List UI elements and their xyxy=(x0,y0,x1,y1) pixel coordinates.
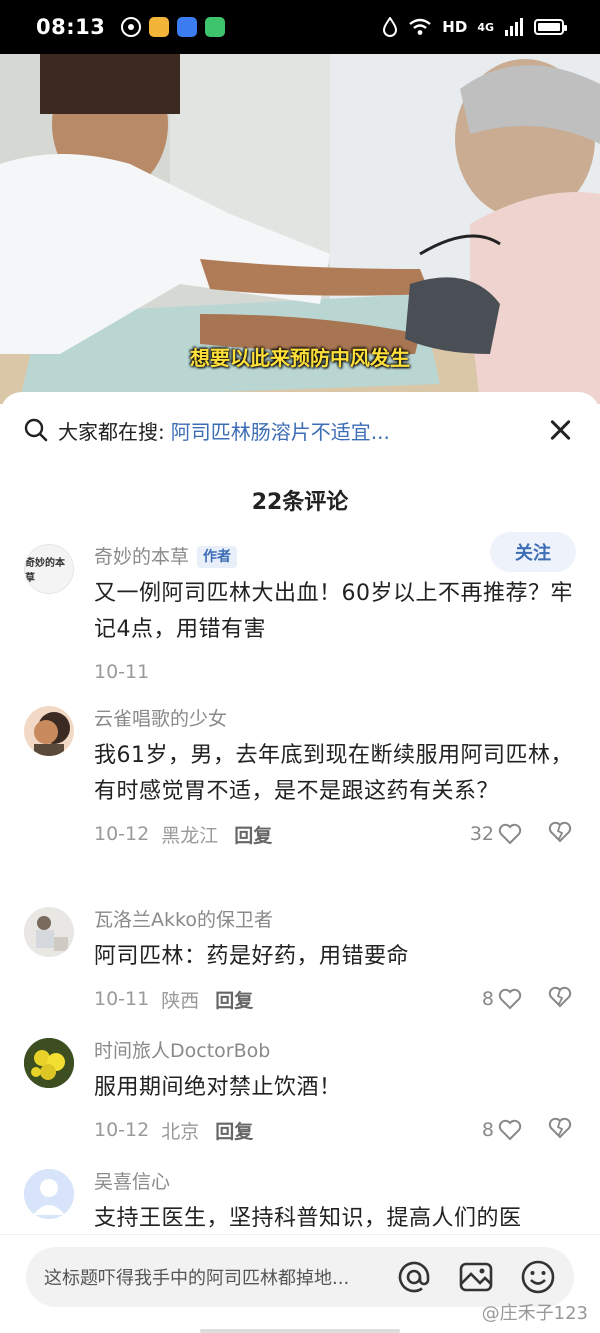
comment-location: 北京 xyxy=(161,1120,200,1143)
status-bar: 08:13 HD 4G xyxy=(0,0,600,54)
battery-icon xyxy=(534,19,567,35)
app-notification-icon xyxy=(149,17,170,37)
avatar-logo-text: 奇妙的本草 xyxy=(25,558,65,584)
comment-item: 时间旅人DoctorBob 服用期间绝对禁止饮酒！ 10-12 北京 回复 8 xyxy=(24,1038,576,1148)
comment-meta: 10-12 北京 回复 8 xyxy=(94,1116,576,1144)
signal-type: 4G xyxy=(477,20,494,34)
image-icon[interactable] xyxy=(458,1259,494,1295)
default-avatar-icon xyxy=(24,1169,74,1219)
dislike-icon xyxy=(548,821,572,842)
avatar[interactable] xyxy=(24,1169,74,1219)
comment-meta: 10-11 xyxy=(94,658,576,686)
video-subtitle: 想要以此来预防中风发生 xyxy=(190,346,410,370)
heart-icon xyxy=(498,1119,522,1141)
comment-username[interactable]: 瓦洛兰Akko的保卫者 xyxy=(94,907,576,933)
watermark: @庄禾子123 xyxy=(481,1303,588,1324)
like-button[interactable]: 8 xyxy=(482,988,522,1010)
comment-item: 奇妙的本草 奇妙的本草 作者 又一例阿司匹林大出血！60岁以上不再推荐？牢记4点… xyxy=(24,532,576,683)
wifi-icon xyxy=(409,18,432,35)
comment-sheet: 大家都在搜: 阿司匹林肠溶片不适宜... 22条评论 奇妙的本草 奇妙的本草 作… xyxy=(0,392,600,1333)
comment-input-bar: 这标题吓得我手中的阿司匹林都掉地... @庄禾子123 xyxy=(0,1234,600,1333)
comment-username[interactable]: 吴喜信心 xyxy=(94,1169,576,1195)
avatar-image xyxy=(24,1038,74,1088)
status-time: 08:13 xyxy=(36,15,106,39)
comment-date: 10-12 xyxy=(94,823,150,845)
avatar[interactable] xyxy=(24,907,74,957)
dislike-icon xyxy=(548,986,572,1007)
comment-meta: 10-11 陕西 回复 8 xyxy=(94,985,576,1013)
at-icon[interactable] xyxy=(396,1259,432,1295)
comment-input[interactable]: 这标题吓得我手中的阿司匹林都掉地... xyxy=(26,1247,574,1307)
close-icon[interactable] xyxy=(546,415,576,445)
comment-date: 10-11 xyxy=(94,661,150,683)
avatar[interactable] xyxy=(24,1038,74,1088)
comment-text[interactable]: 支持王医生，坚持科普知识，提高人们的医 xyxy=(94,1201,576,1237)
comment-username[interactable]: 时间旅人DoctorBob xyxy=(94,1038,576,1064)
comment-username[interactable]: 奇妙的本草 xyxy=(94,544,189,570)
comment-body: 瓦洛兰Akko的保卫者 阿司匹林：药是好药，用错要命 10-11 陕西 回复 8 xyxy=(94,907,576,1013)
signal-icon xyxy=(505,18,523,36)
avatar-image xyxy=(34,712,70,756)
comment-body: 奇妙的本草 作者 又一例阿司匹林大出血！60岁以上不再推荐？牢记4点，用错有害 … xyxy=(94,532,576,686)
like-count: 8 xyxy=(481,988,494,1010)
comment-text[interactable]: 阿司匹林：药是好药，用错要命 xyxy=(94,939,576,975)
home-indicator[interactable] xyxy=(200,1329,400,1333)
emoji-icon[interactable] xyxy=(520,1259,556,1295)
android-app-icon xyxy=(205,17,226,37)
dislike-button[interactable] xyxy=(548,1117,572,1144)
comment-username[interactable]: 云雀唱歌的少女 xyxy=(94,706,576,732)
network-type: HD xyxy=(442,18,468,36)
comment-text[interactable]: 我61岁，男，去年底到现在断续服用阿司匹林，有时感觉胃不适，是不是跟这药有关系？ xyxy=(94,738,576,810)
search-icon xyxy=(24,418,48,442)
dislike-button[interactable] xyxy=(548,986,572,1013)
avatar-image xyxy=(24,907,74,957)
notification-icons xyxy=(121,17,226,37)
comment-count: 22条评论 xyxy=(251,490,349,515)
heart-icon xyxy=(498,823,522,845)
drop-icon xyxy=(383,17,398,37)
like-count: 8 xyxy=(481,1119,494,1141)
comment-location: 黑龙江 xyxy=(161,824,219,847)
comment-meta: 10-12 黑龙江 回复 32 xyxy=(94,820,576,848)
comment-date: 10-12 xyxy=(94,1119,150,1141)
comment-item: 云雀唱歌的少女 我61岁，男，去年底到现在断续服用阿司匹林，有时感觉胃不适，是不… xyxy=(24,706,576,876)
search-query-link[interactable]: 阿司匹林肠溶片不适宜... xyxy=(171,416,390,445)
comment-body: 云雀唱歌的少女 我61岁，男，去年底到现在断续服用阿司匹林，有时感觉胃不适，是不… xyxy=(94,706,576,848)
avatar[interactable] xyxy=(24,706,74,756)
comment-text[interactable]: 服用期间绝对禁止饮酒！ xyxy=(94,1070,576,1106)
like-button[interactable]: 32 xyxy=(470,823,522,845)
comment-location: 陕西 xyxy=(161,989,200,1012)
location-icon xyxy=(121,17,142,37)
reply-button[interactable]: 回复 xyxy=(215,1117,253,1144)
trending-search[interactable]: 大家都在搜: 阿司匹林肠溶片不适宜... xyxy=(24,414,576,446)
heart-icon xyxy=(498,988,522,1010)
comment-input-placeholder: 这标题吓得我手中的阿司匹林都掉地... xyxy=(44,1268,350,1289)
author-badge: 作者 xyxy=(197,546,238,568)
comment-body: 时间旅人DoctorBob 服用期间绝对禁止饮酒！ 10-12 北京 回复 8 xyxy=(94,1038,576,1144)
comment-body: 吴喜信心 支持王医生，坚持科普知识，提高人们的医 xyxy=(94,1169,576,1237)
chat-app-icon xyxy=(177,17,198,37)
dislike-icon xyxy=(548,1117,572,1138)
reply-button[interactable]: 回复 xyxy=(234,821,272,848)
comment-text[interactable]: 又一例阿司匹林大出血！60岁以上不再推荐？牢记4点，用错有害 xyxy=(94,576,576,648)
like-button[interactable]: 8 xyxy=(482,1119,522,1141)
dislike-button[interactable] xyxy=(548,821,572,848)
search-prefix: 大家都在搜: xyxy=(58,419,165,444)
follow-button[interactable]: 关注 xyxy=(490,532,576,572)
avatar[interactable]: 奇妙的本草 xyxy=(24,544,74,594)
system-icons: HD 4G xyxy=(382,17,567,37)
comment-item: 瓦洛兰Akko的保卫者 阿司匹林：药是好药，用错要命 10-11 陕西 回复 8 xyxy=(24,907,576,1017)
comment-date: 10-11 xyxy=(94,988,150,1010)
reply-button[interactable]: 回复 xyxy=(215,986,253,1013)
video-player[interactable]: 想要以此来预防中风发生 xyxy=(0,54,600,404)
like-count: 32 xyxy=(469,823,494,845)
